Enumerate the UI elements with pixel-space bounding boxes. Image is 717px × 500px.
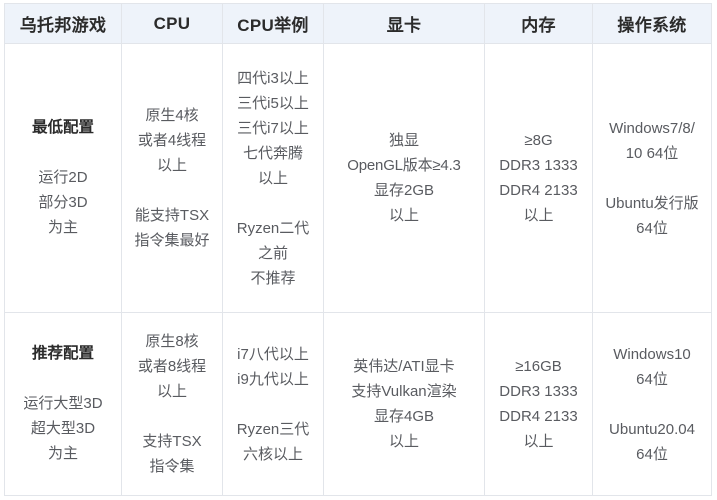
cpu-example-line: 不推荐	[250, 269, 296, 287]
cell-cpu-examples-recommended: i7八代以上 i9九代以上 Ryzen三代 六核以上	[222, 312, 324, 496]
memory-line: DDR4 2133	[499, 408, 578, 425]
cpu-example-line: 七代奔腾	[242, 144, 303, 162]
gpu-line: 显存2GB	[373, 182, 434, 199]
cell-gpu-minimum: 独显 OpenGL版本≥4.3 显存2GB 以上	[323, 43, 485, 313]
table-row-minimum: 最低配置 运行2D 部分3D 为主 原生4核 或者4线程 以上 能支持TSX 指…	[4, 43, 712, 313]
cpu-example-line: 六核以上	[242, 445, 303, 463]
tier-title-recommended: 推荐配置	[31, 344, 94, 362]
tier-sub-line: 为主	[47, 218, 78, 236]
header-memory: 内存	[484, 3, 593, 44]
os-line: 64位	[636, 370, 668, 388]
gpu-line: 以上	[388, 207, 419, 224]
cell-os-recommended: Windows10 64位 Ubuntu20.04 64位	[592, 312, 712, 496]
cpu-example-line: 以上	[257, 169, 288, 187]
header-cpu-examples: CPU举例	[222, 3, 324, 44]
memory-line: 以上	[523, 207, 554, 224]
header-product: 乌托邦游戏	[4, 3, 122, 44]
cell-tier-minimum: 最低配置 运行2D 部分3D 为主	[4, 43, 122, 313]
memory-line: DDR3 1333	[499, 157, 578, 174]
cell-cpu-minimum: 原生4核 或者4线程 以上 能支持TSX 指令集最好	[121, 43, 223, 313]
cpu-line: 原生4核	[145, 107, 199, 124]
cell-memory-minimum: ≥8G DDR3 1333 DDR4 2133 以上	[484, 43, 593, 313]
cpu-line: 或者4线程	[137, 132, 207, 149]
requirements-table-container: 乌托邦游戏 CPU CPU举例 显卡 内存 操作系统 最低配置 运行2D 部分3…	[4, 3, 712, 496]
cell-cpu-examples-minimum: 四代i3以上 三代i5以上 三代i7以上 七代奔腾 以上 Ryzen二代 之前 …	[222, 43, 324, 313]
cpu-example-line: 四代i3以上	[237, 69, 309, 87]
tier-sub-line: 为主	[47, 444, 78, 462]
gpu-line: 独显	[388, 132, 419, 149]
cell-memory-recommended: ≥16GB DDR3 1333 DDR4 2133 以上	[484, 312, 593, 496]
memory-line: ≥8G	[524, 132, 553, 149]
memory-line: DDR4 2133	[499, 182, 578, 199]
cell-gpu-recommended: 英伟达/ATI显卡 支持Vulkan渲染 显存4GB 以上	[323, 312, 485, 496]
cpu-example-line: Ryzen三代	[236, 420, 310, 438]
system-requirements-table: 乌托邦游戏 CPU CPU举例 显卡 内存 操作系统 最低配置 运行2D 部分3…	[4, 3, 712, 496]
cpu-line: 指令集最好	[134, 232, 210, 249]
table-header: 乌托邦游戏 CPU CPU举例 显卡 内存 操作系统	[4, 3, 712, 44]
os-line: Ubuntu发行版	[605, 194, 699, 212]
memory-line: ≥16GB	[515, 358, 562, 375]
table-header-row: 乌托邦游戏 CPU CPU举例 显卡 内存 操作系统	[4, 3, 712, 44]
cell-os-minimum: Windows7/8/ 10 64位 Ubuntu发行版 64位	[592, 43, 712, 313]
os-line: Ubuntu20.04	[609, 420, 695, 438]
os-line: 64位	[636, 445, 668, 463]
os-line: Windows10	[613, 345, 691, 363]
cpu-line: 支持TSX	[142, 433, 202, 450]
header-cpu: CPU	[121, 3, 223, 44]
table-body: 最低配置 运行2D 部分3D 为主 原生4核 或者4线程 以上 能支持TSX 指…	[4, 43, 712, 496]
gpu-line: 以上	[388, 433, 419, 450]
gpu-line: OpenGL版本≥4.3	[347, 157, 461, 174]
cell-cpu-recommended: 原生8核 或者8线程 以上 支持TSX 指令集	[121, 312, 223, 496]
memory-line: DDR3 1333	[499, 383, 578, 400]
gpu-line: 支持Vulkan渲染	[351, 383, 457, 400]
cpu-line: 以上	[156, 383, 187, 400]
cpu-line: 原生8核	[145, 333, 199, 350]
gpu-line: 显存4GB	[373, 408, 434, 425]
tier-title-minimum: 最低配置	[31, 118, 94, 136]
cpu-example-line: 三代i5以上	[237, 94, 309, 112]
header-os: 操作系统	[592, 3, 712, 44]
cpu-line: 指令集	[149, 458, 195, 475]
tier-sub-line: 超大型3D	[30, 419, 96, 437]
memory-line: 以上	[523, 433, 554, 450]
table-row-recommended: 推荐配置 运行大型3D 超大型3D 为主 原生8核 或者8线程 以上 支持TSX…	[4, 312, 712, 496]
os-line: 64位	[636, 219, 668, 237]
os-line: Windows7/8/	[609, 119, 695, 137]
cpu-example-line: i9九代以上	[237, 370, 309, 388]
os-line: 10 64位	[625, 144, 679, 162]
gpu-line: 英伟达/ATI显卡	[353, 358, 455, 375]
cpu-line: 以上	[156, 157, 187, 174]
tier-sub-line: 运行2D	[38, 168, 88, 186]
cpu-example-line: 三代i7以上	[237, 119, 309, 137]
tier-sub-line: 运行大型3D	[23, 394, 103, 412]
tier-sub-line: 部分3D	[38, 193, 88, 211]
cpu-example-line: 之前	[257, 244, 288, 262]
cpu-example-line: Ryzen二代	[236, 219, 310, 237]
cpu-example-line: i7八代以上	[237, 345, 309, 363]
cpu-line: 或者8线程	[137, 358, 207, 375]
cpu-line: 能支持TSX	[134, 207, 210, 224]
header-gpu: 显卡	[323, 3, 485, 44]
cell-tier-recommended: 推荐配置 运行大型3D 超大型3D 为主	[4, 312, 122, 496]
